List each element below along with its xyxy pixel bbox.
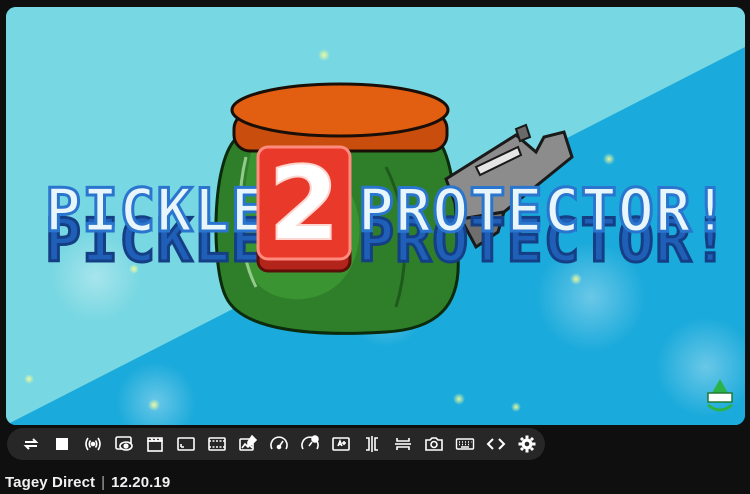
split-horizontal-icon[interactable] <box>387 428 418 460</box>
enhancer-toolbar <box>7 428 545 460</box>
watch-icon[interactable] <box>108 428 139 460</box>
keyboard-icon[interactable] <box>449 428 480 460</box>
video-frame: PICKLE PROTECTOR! PICKLE PROTECTOR! 2 <box>6 7 745 425</box>
channel-name[interactable]: Tagey Direct <box>5 474 95 491</box>
loop-icon[interactable] <box>15 428 46 460</box>
stop-icon[interactable] <box>46 428 77 460</box>
caption-separator: | <box>101 474 106 491</box>
split-vertical-icon[interactable] <box>356 428 387 460</box>
enhance-icon[interactable] <box>325 428 356 460</box>
jar-lid <box>230 82 450 138</box>
code-icon[interactable] <box>480 428 511 460</box>
speed-settings-icon[interactable] <box>294 428 325 460</box>
screen-frame-icon[interactable] <box>170 428 201 460</box>
speed-gauge-icon[interactable] <box>263 428 294 460</box>
title-right: PROTECTOR! <box>358 176 729 246</box>
clapperboard-icon[interactable] <box>139 428 170 460</box>
gear-icon[interactable] <box>511 428 542 460</box>
title-number-badge: 2 <box>256 144 352 273</box>
video-date: 12.20.19 <box>111 474 171 491</box>
svg-text:2: 2 <box>269 145 340 264</box>
title-left: PICKLE <box>45 176 268 246</box>
video-caption: Tagey Direct | 12.20.19 <box>5 474 170 491</box>
camera-icon[interactable] <box>418 428 449 460</box>
video-player[interactable]: PICKLE PROTECTOR! PICKLE PROTECTOR! 2 <box>6 7 745 425</box>
edit-image-icon[interactable] <box>232 428 263 460</box>
film-frame-icon[interactable] <box>201 428 232 460</box>
broadcast-icon[interactable] <box>77 428 108 460</box>
